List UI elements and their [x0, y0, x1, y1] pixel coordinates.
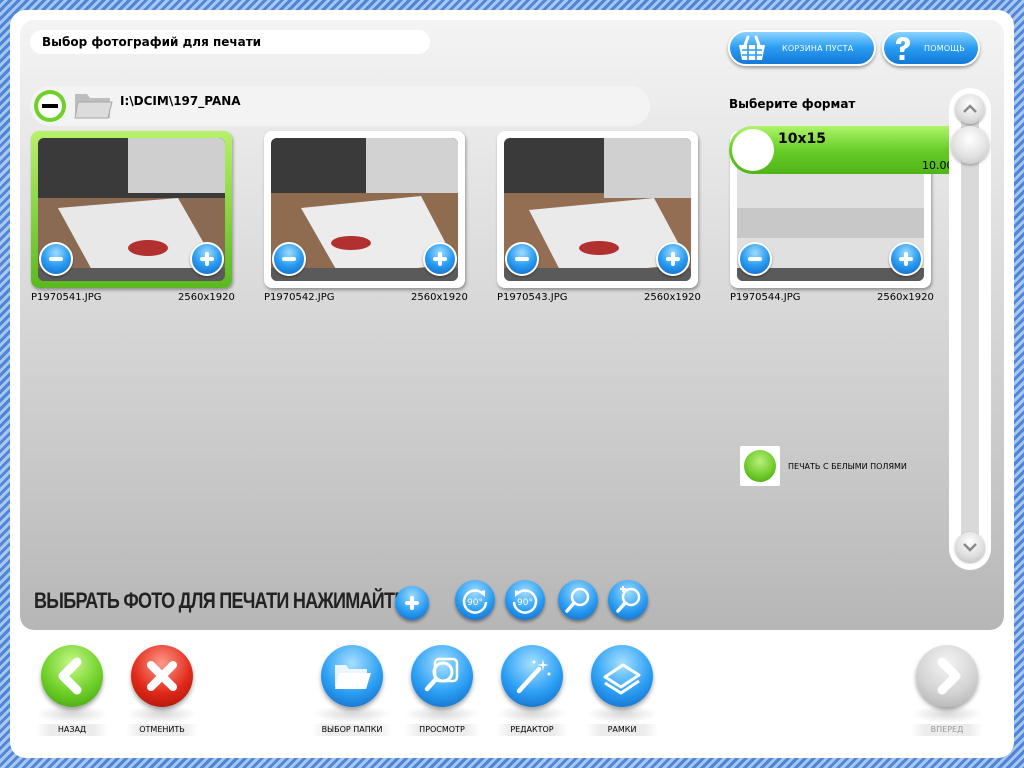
button-shadow — [911, 705, 983, 723]
photo-filename: P1970543.JPG — [497, 292, 568, 303]
scroll-down-button[interactable] — [955, 532, 985, 562]
photo-resolution: 2560x1920 — [411, 292, 468, 303]
preview-label: ПРОСМОТР — [404, 724, 480, 736]
folder-icon — [74, 94, 113, 119]
editor-button[interactable] — [501, 645, 563, 707]
rotate-right-label: 90° — [517, 598, 533, 608]
magnifier-icon — [424, 657, 459, 692]
add-photo-button[interactable] — [423, 242, 457, 276]
remove-photo-button[interactable] — [39, 242, 73, 276]
photo-resolution: 2560x1920 — [644, 292, 701, 303]
remove-photo-button[interactable] — [738, 242, 772, 276]
close-icon — [147, 661, 177, 691]
add-photo-button[interactable] — [656, 242, 690, 276]
frames-button[interactable] — [591, 645, 653, 707]
preview-button[interactable] — [411, 645, 473, 707]
format-panel-title: Выберите формат — [729, 97, 856, 111]
cancel-label: ОТМЕНИТЬ — [126, 724, 198, 736]
button-shadow — [586, 705, 658, 723]
select-folder-button[interactable] — [321, 645, 383, 707]
button-shadow — [36, 705, 108, 723]
magic-wand-icon — [516, 659, 551, 694]
help-button[interactable]: ПОМОЩЬ — [882, 30, 980, 66]
photo-resolution: 2560x1920 — [877, 292, 934, 303]
white-border-label: ПЕЧАТЬ С БЕЛЫМИ ПОЛЯМИ — [788, 462, 907, 471]
photo-filename: P1970544.JPG — [730, 292, 801, 303]
rotate-right-button[interactable]: 90° — [505, 580, 545, 620]
back-button[interactable] — [41, 645, 103, 707]
frames-icon — [603, 663, 641, 695]
add-photo-button[interactable] — [190, 242, 224, 276]
zoom-in-icon — [616, 586, 641, 613]
remove-photo-button[interactable] — [272, 242, 306, 276]
rotate-left-label: 90° — [467, 598, 483, 608]
photo-filename: P1970542.JPG — [264, 292, 335, 303]
page-title: Выбор фотографий для печати — [30, 30, 430, 54]
minus-icon[interactable] — [32, 88, 70, 124]
select-photo-hint: ВЫБРАТЬ ФОТО ДЛЯ ПЕЧАТИ НАЖИМАЙТЕ — [34, 588, 406, 613]
basket-icon — [739, 35, 765, 60]
zoom-out-button[interactable] — [558, 580, 598, 620]
remove-photo-button[interactable] — [505, 242, 539, 276]
scrollbar-thumb[interactable] — [951, 126, 989, 164]
folder-path: I:\DCIM\197_PANA — [120, 94, 241, 108]
photo-thumb-2[interactable] — [264, 131, 465, 288]
folder-open-icon — [335, 665, 371, 689]
question-icon — [896, 37, 910, 60]
rotate-right-icon: 90° — [512, 589, 538, 614]
chevron-right-icon — [937, 657, 961, 695]
cancel-button[interactable] — [131, 645, 193, 707]
scrollbar-groove — [961, 110, 979, 550]
chevron-up-icon — [963, 104, 977, 113]
add-photo-button[interactable] — [889, 242, 923, 276]
forward-label: ВПЕРЕД — [911, 724, 983, 736]
scroll-up-button[interactable] — [955, 94, 985, 124]
select-folder-label: ВЫБОР ПАПКИ — [312, 724, 392, 736]
add-hint-icon — [395, 586, 429, 620]
frames-label: РАМКИ — [586, 724, 658, 736]
format-label: 10x15 — [778, 131, 826, 147]
zoom-out-icon — [565, 587, 590, 613]
button-shadow — [312, 705, 392, 723]
editor-label: РЕДАКТОР — [496, 724, 568, 736]
cart-label: КОРЗИНА ПУСТА — [782, 44, 854, 53]
white-border-toggle[interactable] — [740, 446, 780, 486]
help-label: ПОМОЩЬ — [924, 44, 965, 53]
forward-button[interactable] — [916, 645, 978, 707]
rotate-left-button[interactable]: 90° — [455, 580, 495, 620]
rotate-left-icon: 90° — [462, 589, 488, 614]
photo-filename: P1970541.JPG — [31, 292, 102, 303]
zoom-in-button[interactable] — [608, 580, 648, 620]
format-radio[interactable] — [732, 129, 774, 171]
back-label: НАЗАД — [36, 724, 108, 736]
chevron-down-icon — [963, 543, 977, 552]
button-shadow — [496, 705, 568, 723]
cart-button[interactable]: КОРЗИНА ПУСТА — [728, 30, 876, 66]
chevron-left-icon — [58, 657, 82, 695]
photo-thumb-3[interactable] — [497, 131, 698, 288]
button-shadow — [404, 705, 480, 723]
photo-thumb-1[interactable] — [31, 131, 232, 288]
toggle-indicator — [744, 450, 776, 482]
photo-resolution: 2560x1920 — [178, 292, 235, 303]
button-shadow — [126, 705, 198, 723]
